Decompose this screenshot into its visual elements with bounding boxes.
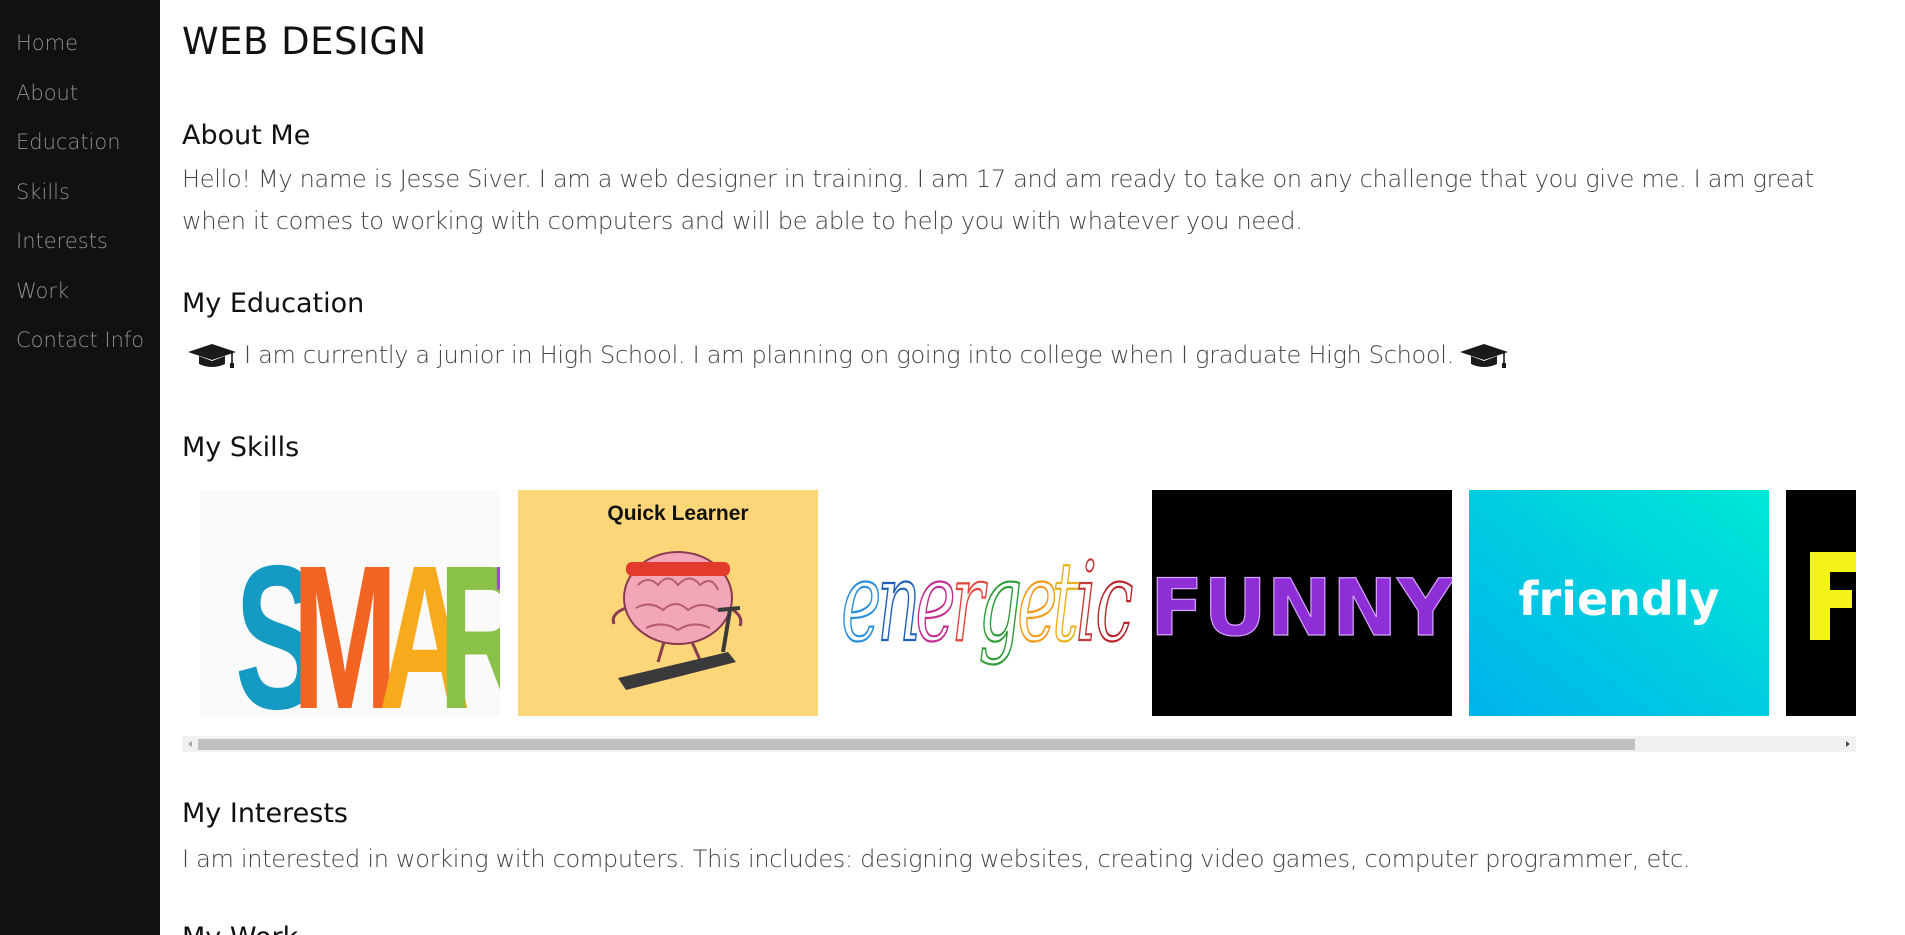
sidebar-item-skills[interactable]: Skills <box>0 174 160 224</box>
sidebar-item-interests[interactable]: Interests <box>0 223 160 273</box>
sidebar-item-contact-info[interactable]: Contact Info <box>0 322 160 372</box>
sidebar-item-home[interactable]: Home <box>0 25 160 75</box>
education-text: I am currently a junior in High School. … <box>244 341 1455 369</box>
skill-card-partial <box>1786 490 1856 716</box>
sidebar-nav: Home About Education Skills Interests Wo… <box>0 0 160 935</box>
partial-card-image <box>1786 490 1856 716</box>
about-heading: About Me <box>182 120 311 151</box>
education-line: I am currently a junior in High School. … <box>182 334 1856 376</box>
quick-learner-label: Quick Learner <box>607 502 748 525</box>
interests-text: I am interested in working with computer… <box>182 845 1691 873</box>
education-heading: My Education <box>182 288 365 319</box>
interests-heading: My Interests <box>182 798 348 829</box>
scroll-right-arrow-icon[interactable] <box>1840 736 1856 752</box>
sidebar-item-work[interactable]: Work <box>0 273 160 323</box>
skills-gallery-track[interactable]: S M A R T Quick Learner <box>182 490 1856 716</box>
skill-card-quick-learner: Quick Learner <box>518 490 818 716</box>
graduation-cap-icon <box>186 340 238 370</box>
skill-card-funny: FUNNY <box>1152 490 1452 716</box>
friendly-word-image: friendly <box>1469 490 1769 716</box>
svg-text:e: e <box>841 538 881 667</box>
svg-text:i: i <box>1075 538 1097 667</box>
skills-heading: My Skills <box>182 432 300 463</box>
work-heading: My Work <box>182 922 298 935</box>
sidebar-item-about[interactable]: About <box>0 75 160 125</box>
svg-text:e: e <box>915 538 955 667</box>
svg-text:c: c <box>1095 538 1133 667</box>
scrollbar-thumb[interactable] <box>198 739 1635 750</box>
svg-text:T: T <box>495 524 500 716</box>
svg-text:n: n <box>877 538 921 667</box>
svg-text:g: g <box>979 538 1023 667</box>
skills-horizontal-scrollbar[interactable] <box>182 736 1856 752</box>
funny-label: FUNNY <box>1152 564 1452 654</box>
energetic-word-image: e n e r g e t i c <box>835 490 1135 716</box>
page-title: WEB DESIGN <box>182 20 427 63</box>
svg-text:R: R <box>438 524 500 716</box>
sidebar-item-education[interactable]: Education <box>0 124 160 174</box>
skill-card-energetic: e n e r g e t i c <box>835 490 1135 716</box>
skills-gallery: S M A R T Quick Learner <box>182 490 1856 752</box>
funny-word-image: FUNNY <box>1152 490 1452 716</box>
friendly-label: friendly <box>1518 572 1719 626</box>
graduation-cap-icon <box>1458 340 1510 370</box>
skill-card-friendly: friendly <box>1469 490 1769 716</box>
about-text: Hello! My name is Jesse Siver. I am a we… <box>182 165 1814 235</box>
scroll-left-arrow-icon[interactable] <box>182 736 198 752</box>
smart-word-image: S M A R T <box>200 490 500 716</box>
brain-treadmill-image: Quick Learner <box>518 490 818 716</box>
skill-card-smart: S M A R T <box>200 490 500 716</box>
